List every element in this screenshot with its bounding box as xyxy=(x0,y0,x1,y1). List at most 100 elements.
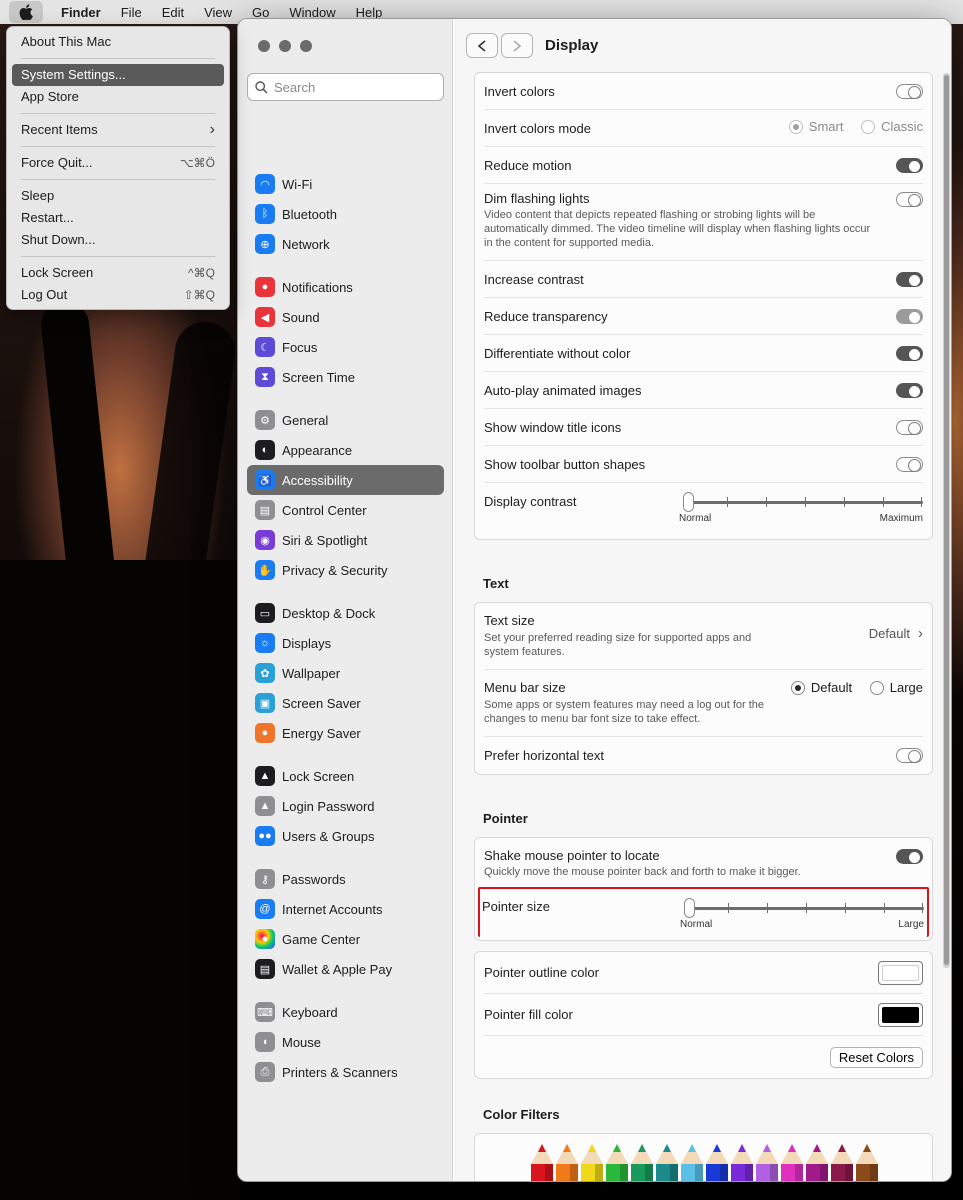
reduce-motion-row: Reduce motion xyxy=(484,147,923,184)
menu-view[interactable]: View xyxy=(194,5,242,20)
sidebar-item-label: Sound xyxy=(282,309,320,325)
pointer-size-slider[interactable]: Normal Large xyxy=(680,895,924,930)
apple-menu-item-lock-screen[interactable]: Lock Screen ^⌘Q xyxy=(12,262,224,284)
text-size-row[interactable]: Text size Set your preferred reading siz… xyxy=(484,603,923,670)
shake-pointer-toggle[interactable] xyxy=(896,849,923,864)
sidebar-item-sound[interactable]: ◀ Sound xyxy=(247,302,444,332)
increase-contrast-toggle[interactable] xyxy=(896,271,923,287)
sidebar-item-wi-fi[interactable]: ◠ Wi-Fi xyxy=(247,169,444,199)
apple-menu-item-sleep[interactable]: Sleep xyxy=(12,185,224,207)
sidebar-item-appearance[interactable]: ◐ Appearance xyxy=(247,435,444,465)
menu-app-finder[interactable]: Finder xyxy=(51,5,111,20)
sidebar-item-accessibility[interactable]: ♿ Accessibility xyxy=(247,465,444,495)
sidebar-item-screen-time[interactable]: ⧗ Screen Time xyxy=(247,362,444,392)
sidebar-item-lock-screen[interactable]: ▲ Lock Screen xyxy=(247,761,444,791)
sidebar-item-game-center[interactable]: ● Game Center xyxy=(247,924,444,954)
sidebar-item-siri-spotlight[interactable]: ◉ Siri & Spotlight xyxy=(247,525,444,555)
pencil-14 xyxy=(856,1144,878,1181)
sidebar-item-privacy-security[interactable]: ✋ Privacy & Security xyxy=(247,555,444,585)
sidebar-item-label: Network xyxy=(282,236,330,252)
invert-colors-toggle[interactable] xyxy=(896,83,923,99)
sidebar-item-network[interactable]: ⊕ Network xyxy=(247,229,444,259)
sidebar-item-general[interactable]: ⚙ General xyxy=(247,405,444,435)
sidebar-item-energy-saver[interactable]: ● Energy Saver xyxy=(247,718,444,748)
toolbar-shapes-toggle[interactable] xyxy=(896,456,923,472)
sidebar-item-notifications[interactable]: ● Notifications xyxy=(247,272,444,302)
sidebar-item-label: Desktop & Dock xyxy=(282,605,376,621)
minimize-window-button[interactable] xyxy=(279,40,291,52)
apple-menu-item-shut-down[interactable]: Shut Down... xyxy=(12,229,224,251)
mode-classic-radio[interactable]: Classic xyxy=(861,119,923,134)
reduce-transparency-toggle[interactable] xyxy=(896,308,923,324)
sidebar-item-displays[interactable]: ☼ Displays xyxy=(247,628,444,658)
window-title-icons-toggle[interactable] xyxy=(896,419,923,435)
reset-colors-button[interactable]: Reset Colors xyxy=(829,1046,923,1068)
pointer-size-thumb[interactable] xyxy=(684,898,695,918)
autoplay-toggle[interactable] xyxy=(896,382,923,398)
invert-mode-row: Invert colors mode Smart Classic xyxy=(484,110,923,147)
bell-icon: ● xyxy=(255,277,275,297)
sidebar-item-control-center[interactable]: ▤ Control Center xyxy=(247,495,444,525)
speaker-icon: ◀ xyxy=(255,307,275,327)
sidebar-item-label: Lock Screen xyxy=(282,768,355,784)
pencil-2 xyxy=(556,1144,578,1181)
close-window-button[interactable] xyxy=(258,40,270,52)
menu-bar-default-radio[interactable]: Default xyxy=(790,680,852,695)
back-button[interactable] xyxy=(466,33,498,58)
key-icon: ⚷ xyxy=(255,869,275,889)
gear-icon: ⚙ xyxy=(255,410,275,430)
sidebar-item-mouse[interactable]: ◖ Mouse xyxy=(247,1027,444,1057)
apple-menu-item-restart[interactable]: Restart... xyxy=(12,207,224,229)
dim-flashing-toggle[interactable] xyxy=(896,192,923,207)
apple-menu-item-log-out[interactable]: Log Out ⇧⌘Q xyxy=(12,284,224,306)
apple-menu-icon[interactable] xyxy=(9,1,43,23)
differentiate-toggle[interactable] xyxy=(896,345,923,361)
menu-file[interactable]: File xyxy=(111,5,152,20)
display-contrast-slider[interactable]: Normal Maximum xyxy=(679,489,923,524)
apple-menu-item-recent-items[interactable]: Recent Items › xyxy=(12,119,224,141)
sidebar-item-screen-saver[interactable]: ▣ Screen Saver xyxy=(247,688,444,718)
apple-menu-item-system-settings[interactable]: System Settings... xyxy=(12,64,224,86)
sidebar-item-keyboard[interactable]: ⌨ Keyboard xyxy=(247,997,444,1027)
prefer-horizontal-toggle[interactable] xyxy=(896,748,923,763)
invert-mode-label: Invert colors mode xyxy=(484,120,591,136)
sidebar-item-focus[interactable]: ☾ Focus xyxy=(247,332,444,362)
padlock-icon: ▲ xyxy=(255,796,275,816)
sidebar-item-label: Privacy & Security xyxy=(282,562,388,578)
pointer-fill-color-well[interactable] xyxy=(878,1002,923,1027)
search-field[interactable] xyxy=(247,73,444,101)
forward-button[interactable] xyxy=(501,33,533,58)
apple-menu-item-app-store[interactable]: App Store xyxy=(12,86,224,108)
search-input[interactable] xyxy=(274,79,434,95)
sidebar-item-label: Bluetooth xyxy=(282,206,337,222)
menu-edit[interactable]: Edit xyxy=(152,5,194,20)
display-contrast-thumb[interactable] xyxy=(683,492,694,512)
sidebar-item-label: Focus xyxy=(282,339,318,355)
pencil-11 xyxy=(781,1144,803,1181)
scrollbar[interactable] xyxy=(943,73,950,968)
menu-bar-large-radio[interactable]: Large xyxy=(869,680,923,695)
sidebar-item-printers-scanners[interactable]: ⎙ Printers & Scanners xyxy=(247,1057,444,1087)
page-title: Display xyxy=(545,37,599,54)
sidebar: ◠ Wi-Fi ᛒ Bluetooth ⊕ Network ● Notifications ◀ S… xyxy=(238,19,453,1181)
pointer-outline-color-well[interactable] xyxy=(878,960,923,985)
sidebar-item-bluetooth[interactable]: ᛒ Bluetooth xyxy=(247,199,444,229)
mode-smart-radio[interactable]: Smart xyxy=(788,119,843,134)
zoom-window-button[interactable] xyxy=(300,40,312,52)
sidebar-item-wallpaper[interactable]: ✿ Wallpaper xyxy=(247,658,444,688)
sidebar-item-wallet-apple-pay[interactable]: ▤ Wallet & Apple Pay xyxy=(247,954,444,984)
sidebar-item-users-groups[interactable]: ●● Users & Groups xyxy=(247,821,444,851)
sidebar-item-login-password[interactable]: ▲ Login Password xyxy=(247,791,444,821)
apple-menu-item-about-this-mac[interactable]: About This Mac xyxy=(12,31,224,53)
reduce-motion-toggle[interactable] xyxy=(896,157,923,173)
shake-pointer-description: Quickly move the mouse pointer back and … xyxy=(484,866,801,878)
apple-menu-item-force-quit[interactable]: Force Quit... ⌥⌘Ö xyxy=(12,152,224,174)
scrollbar-thumb[interactable] xyxy=(944,75,949,965)
sidebar-item-desktop-dock[interactable]: ▭ Desktop & Dock xyxy=(247,598,444,628)
color-filters-preview xyxy=(474,1133,933,1181)
autoplay-label: Auto-play animated images xyxy=(484,382,642,398)
autoplay-row: Auto-play animated images xyxy=(484,372,923,409)
sidebar-item-internet-accounts[interactable]: @ Internet Accounts xyxy=(247,894,444,924)
sidebar-item-passwords[interactable]: ⚷ Passwords xyxy=(247,864,444,894)
settings-content: Invert colors Invert colors mode Smart C… xyxy=(474,72,933,1181)
